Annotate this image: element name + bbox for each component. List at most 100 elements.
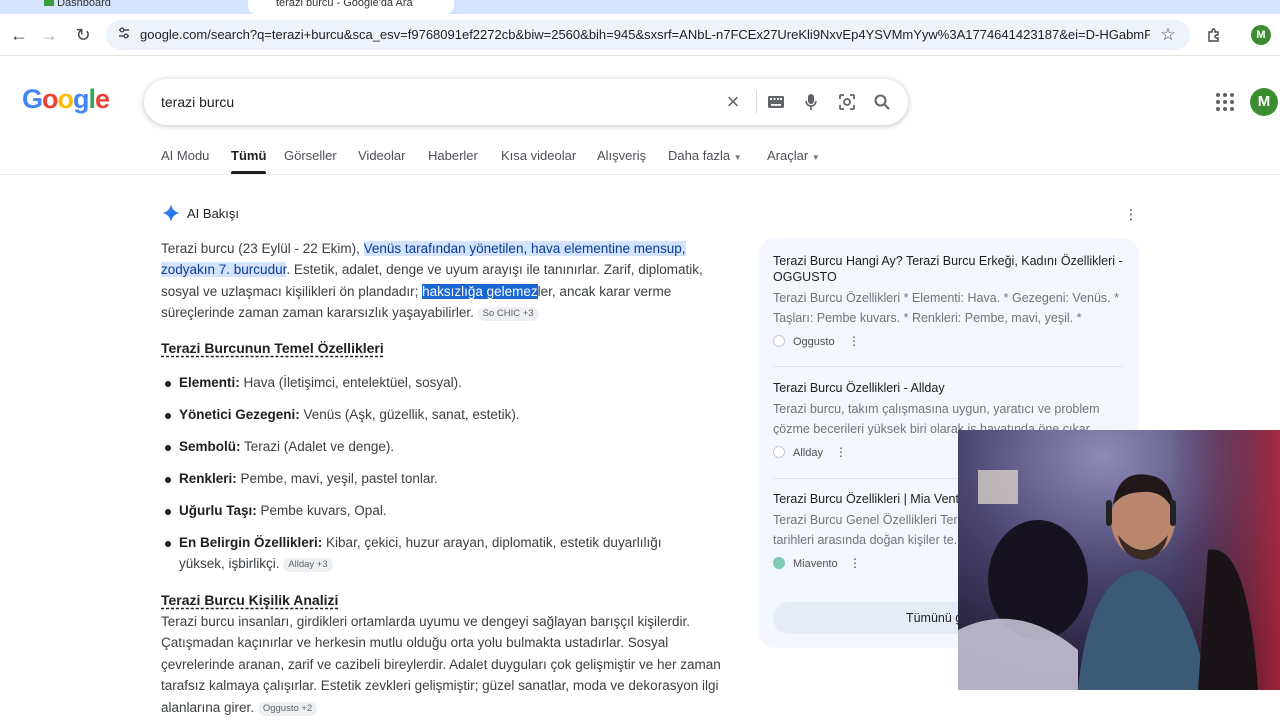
section-title-analysis: Terazi Burcu Kişilik Analizi <box>161 592 339 608</box>
microphone-icon[interactable] <box>800 91 822 113</box>
extensions-icon[interactable] <box>1202 23 1226 47</box>
tab-more[interactable]: Daha fazla ▼ <box>668 148 742 163</box>
tab-ai-mode[interactable]: AI Modu <box>161 148 209 163</box>
list-bullet <box>165 477 171 483</box>
divider <box>773 366 1123 367</box>
source-more-icon[interactable]: ⋮ <box>848 334 860 348</box>
trait-item: Yönetici Gezegeni: Venüs (Aşk, güzellik,… <box>179 404 520 426</box>
trait-item: En Belirgin Özellikleri: Kibar, çekici, … <box>179 532 661 554</box>
google-account-avatar[interactable]: M <box>1250 88 1278 116</box>
clear-icon[interactable]: × <box>722 91 744 113</box>
tab-tools[interactable]: Araçlar ▼ <box>767 148 820 163</box>
logo-letter: o <box>42 84 58 114</box>
list-bullet <box>165 509 171 515</box>
site-favicon-icon <box>773 557 785 569</box>
google-lens-icon[interactable] <box>836 91 858 113</box>
tab-favicon-icon <box>44 0 54 6</box>
logo-letter: G <box>22 84 43 114</box>
source-site[interactable]: Oggusto <box>773 335 835 348</box>
trait-value: Pembe, mavi, yeşil, pastel tonlar. <box>236 471 438 486</box>
analysis-paragraph: Terazi burcu insanları, girdikleri ortam… <box>161 611 723 718</box>
address-bar[interactable]: google.com/search?q=terazi+burcu&sca_esv… <box>106 20 1190 50</box>
ai-overview-heading: AI Bakışı <box>187 206 240 221</box>
url-text: google.com/search?q=terazi+burcu&sca_esv… <box>140 27 1150 42</box>
browser-tab-google[interactable]: terazi burcu - Google'da Ara <box>248 0 454 14</box>
ai-intro-paragraph: Terazi burcu (23 Eylül - 22 Ekim), Venüs… <box>161 238 721 324</box>
source-chip[interactable]: Allday +3 <box>283 558 333 572</box>
trait-label: Renkleri: <box>179 471 237 486</box>
tab-videos[interactable]: Videolar <box>358 148 405 163</box>
source-chip[interactable]: Oggusto +2 <box>257 701 318 716</box>
search-box[interactable]: terazi burcu × <box>144 79 908 125</box>
more-options-icon[interactable]: ⋮ <box>1124 206 1138 222</box>
browser-tab-dashboard[interactable]: Dashboard <box>44 0 244 14</box>
back-icon[interactable]: ← <box>7 23 31 47</box>
trait-value: Venüs (Aşk, güzellik, sanat, estetik). <box>299 407 520 422</box>
trait-label: En Belirgin Özellikleri: <box>179 535 323 550</box>
trait-item-continued: yüksek, işbirlikçi. Allday +3 <box>179 553 333 575</box>
selected-text[interactable]: haksızlığa gelemez <box>422 283 538 299</box>
keyboard-icon[interactable] <box>765 91 787 113</box>
google-logo[interactable]: Google <box>22 84 110 115</box>
list-bullet <box>165 381 171 387</box>
browser-profile-avatar[interactable]: M <box>1251 25 1271 45</box>
logo-letter: g <box>73 84 89 114</box>
logo-letter: e <box>95 84 110 114</box>
source-snippet: Terazi Burcu Özellikleri * Elementi: Hav… <box>773 291 1119 325</box>
search-icon[interactable] <box>871 91 893 113</box>
tab-news[interactable]: Haberler <box>428 148 478 163</box>
source-title[interactable]: Terazi Burcu Hangi Ay? Terazi Burcu Erke… <box>773 253 1125 285</box>
reload-icon[interactable]: ↻ <box>71 23 95 47</box>
chevron-down-icon: ▼ <box>811 153 820 162</box>
intro-text: Terazi burcu (23 Eylül - 22 Ekim), <box>161 241 364 256</box>
trait-item: Renkleri: Pembe, mavi, yeşil, pastel ton… <box>179 468 438 490</box>
trait-label: Sembolü: <box>179 439 241 454</box>
chevron-down-icon: ▼ <box>733 153 742 162</box>
browser-toolbar: ← → ↻ google.com/search?q=terazi+burcu&s… <box>0 14 1280 56</box>
forward-icon[interactable]: → <box>37 23 61 47</box>
source-site[interactable]: Miavento <box>773 557 838 570</box>
browser-tab-label: Dashboard <box>57 0 111 9</box>
tab-shopping[interactable]: Alışveriş <box>597 148 646 163</box>
site-favicon-icon <box>773 335 785 347</box>
trait-item: Elementi: Hava (İletişimci, entelektüel,… <box>179 372 462 394</box>
logo-letter: o <box>57 84 74 114</box>
source-title[interactable]: Terazi Burcu Özellikleri - Allday <box>773 380 1125 396</box>
list-bullet <box>165 413 171 419</box>
tab-images[interactable]: Görseller <box>284 148 337 163</box>
trait-value: yüksek, işbirlikçi. <box>179 556 280 571</box>
list-bullet <box>165 445 171 451</box>
trait-label: Yönetici Gezegeni: <box>179 407 300 422</box>
source-site[interactable]: Allday <box>773 446 823 459</box>
bookmark-star-icon[interactable]: ☆ <box>1158 25 1178 45</box>
tab-short-videos[interactable]: Kısa videolar <box>501 148 576 163</box>
tab-all[interactable]: Tümü <box>231 148 267 174</box>
source-chip[interactable]: So CHIC +3 <box>477 307 539 322</box>
trait-value: Kibar, çekici, huzur arayan, diplomatik,… <box>322 535 662 550</box>
site-favicon-icon <box>773 446 785 458</box>
source-more-icon[interactable]: ⋮ <box>835 445 847 459</box>
tab-more-label: Daha fazla <box>668 148 731 163</box>
trait-label: Uğurlu Taşı: <box>179 503 257 518</box>
search-input[interactable]: terazi burcu <box>161 94 234 110</box>
trait-item: Sembolü: Terazi (Adalet ve denge). <box>179 436 394 458</box>
google-apps-icon[interactable] <box>1215 92 1235 112</box>
search-divider <box>756 91 757 113</box>
search-nav-tabs: AI Modu Tümü Görseller Videolar Haberler… <box>0 144 1280 175</box>
analysis-text: Terazi burcu insanları, girdikleri ortam… <box>161 614 721 715</box>
trait-label: Elementi: <box>179 375 240 390</box>
browser-tab-strip: Dashboard terazi burcu - Google'da Ara <box>0 0 1280 14</box>
trait-value: Hava (İletişimci, entelektüel, sosyal). <box>239 375 462 390</box>
source-more-icon[interactable]: ⋮ <box>849 556 861 570</box>
list-bullet <box>165 541 171 547</box>
site-info-icon[interactable] <box>114 25 134 45</box>
sparkle-icon <box>161 203 181 223</box>
browser-tab-label: terazi burcu - Google'da Ara <box>276 0 413 9</box>
trait-item: Uğurlu Taşı: Pembe kuvars, Opal. <box>179 500 387 522</box>
trait-value: Pembe kuvars, Opal. <box>256 503 387 518</box>
webcam-overlay <box>958 430 1280 690</box>
source-site-name: Miavento <box>793 558 838 570</box>
trait-value: Terazi (Adalet ve denge). <box>240 439 395 454</box>
tab-tools-label: Araçlar <box>767 148 809 163</box>
source-site-name: Allday <box>793 447 823 459</box>
